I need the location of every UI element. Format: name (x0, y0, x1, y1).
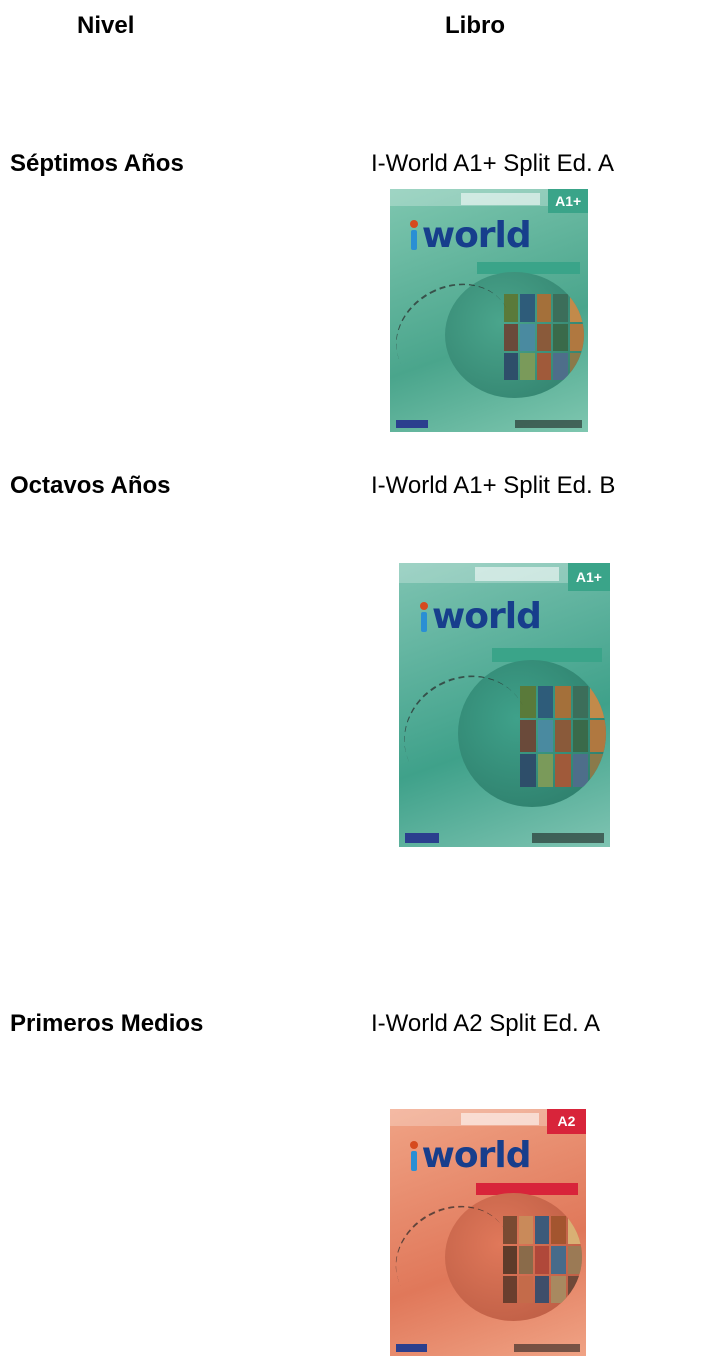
photo-tile (553, 294, 568, 322)
photo-tile (572, 754, 589, 787)
book-cover-image: A2 world (390, 1109, 586, 1356)
level-label: Primeros Medios (10, 1010, 204, 1037)
publisher-logo (395, 1343, 428, 1353)
publisher-logo (405, 832, 440, 843)
photo-tile (535, 1216, 550, 1244)
photo-tile (567, 1245, 583, 1274)
photo-tile (518, 1275, 534, 1304)
photo-tile (551, 1216, 566, 1244)
edition-strip (477, 261, 581, 275)
column-header-level: Nivel (77, 12, 135, 39)
photo-tile (536, 294, 552, 322)
photo-tile (567, 1216, 583, 1244)
photo-tile (535, 1245, 550, 1274)
cover-label-strip (461, 192, 541, 205)
book-title: I-World A2 Split Ed. A (371, 1010, 600, 1037)
authors-strip (531, 832, 604, 843)
photo-tile (567, 1275, 583, 1304)
level-label: Séptimos Años (10, 150, 184, 177)
column-header-book: Libro (445, 12, 505, 39)
i-world-logo: world (408, 1129, 577, 1183)
book-cover-image: A1+ world (399, 563, 610, 847)
photo-tile (569, 323, 585, 351)
i-figure-icon (408, 220, 420, 251)
photo-tile (518, 1216, 534, 1244)
authors-strip (514, 419, 583, 429)
book-cover-image: A1+ world (390, 189, 588, 432)
photo-tile (590, 720, 606, 753)
i-figure-icon (408, 1140, 420, 1171)
level-label: Octavos Años (10, 472, 171, 499)
photo-tile (569, 294, 585, 322)
photo-tile (590, 754, 606, 787)
photo-tile (536, 323, 552, 351)
book-title: I-World A1+ Split Ed. A (371, 150, 615, 177)
photo-tile (569, 352, 585, 381)
photo-tile (536, 352, 552, 381)
photo-tile (520, 294, 535, 322)
photo-tile (572, 686, 589, 719)
cover-label-strip (474, 567, 560, 582)
photo-tile (537, 686, 554, 719)
photo-tile (590, 686, 606, 719)
photo-tile (555, 686, 571, 719)
photo-tile (555, 720, 571, 753)
i-world-logo: world (408, 208, 578, 261)
photo-tile (551, 1245, 566, 1274)
i-figure-icon (418, 601, 430, 632)
photo-tile (572, 720, 589, 753)
photo-tile (535, 1275, 550, 1304)
cover-label-strip (460, 1112, 539, 1126)
i-world-logo: world (418, 586, 599, 648)
photo-tile (520, 352, 535, 381)
photo-tile (553, 323, 568, 351)
photo-tile (555, 754, 571, 787)
edition-strip (491, 648, 602, 663)
book-title: I-World A1+ Split Ed. B (371, 472, 616, 499)
photo-tile (553, 352, 568, 381)
photo-tile (551, 1275, 566, 1304)
publisher-logo (395, 419, 428, 429)
authors-strip (513, 1343, 581, 1353)
